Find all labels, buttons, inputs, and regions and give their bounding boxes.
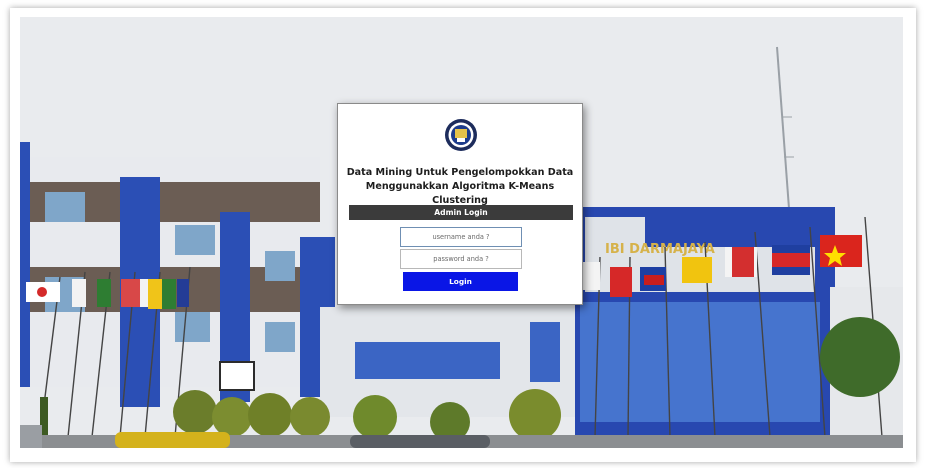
username-input[interactable] [400, 227, 522, 247]
building-sign: IBI DARMAJAYA [605, 242, 715, 257]
page-title-line-2: Menggunakkan Algoritma K-Means Clusterin… [365, 181, 555, 206]
admin-login-header: Admin Login [349, 205, 573, 220]
login-button[interactable]: Login [403, 272, 518, 291]
page-title: Data Mining Untuk Pengelompokkan Data Me… [338, 166, 582, 208]
institution-logo-icon [445, 119, 477, 151]
login-card: Data Mining Untuk Pengelompokkan Data Me… [337, 103, 583, 305]
password-input[interactable] [400, 249, 522, 269]
page-title-line-1: Data Mining Untuk Pengelompokkan Data [346, 167, 574, 178]
